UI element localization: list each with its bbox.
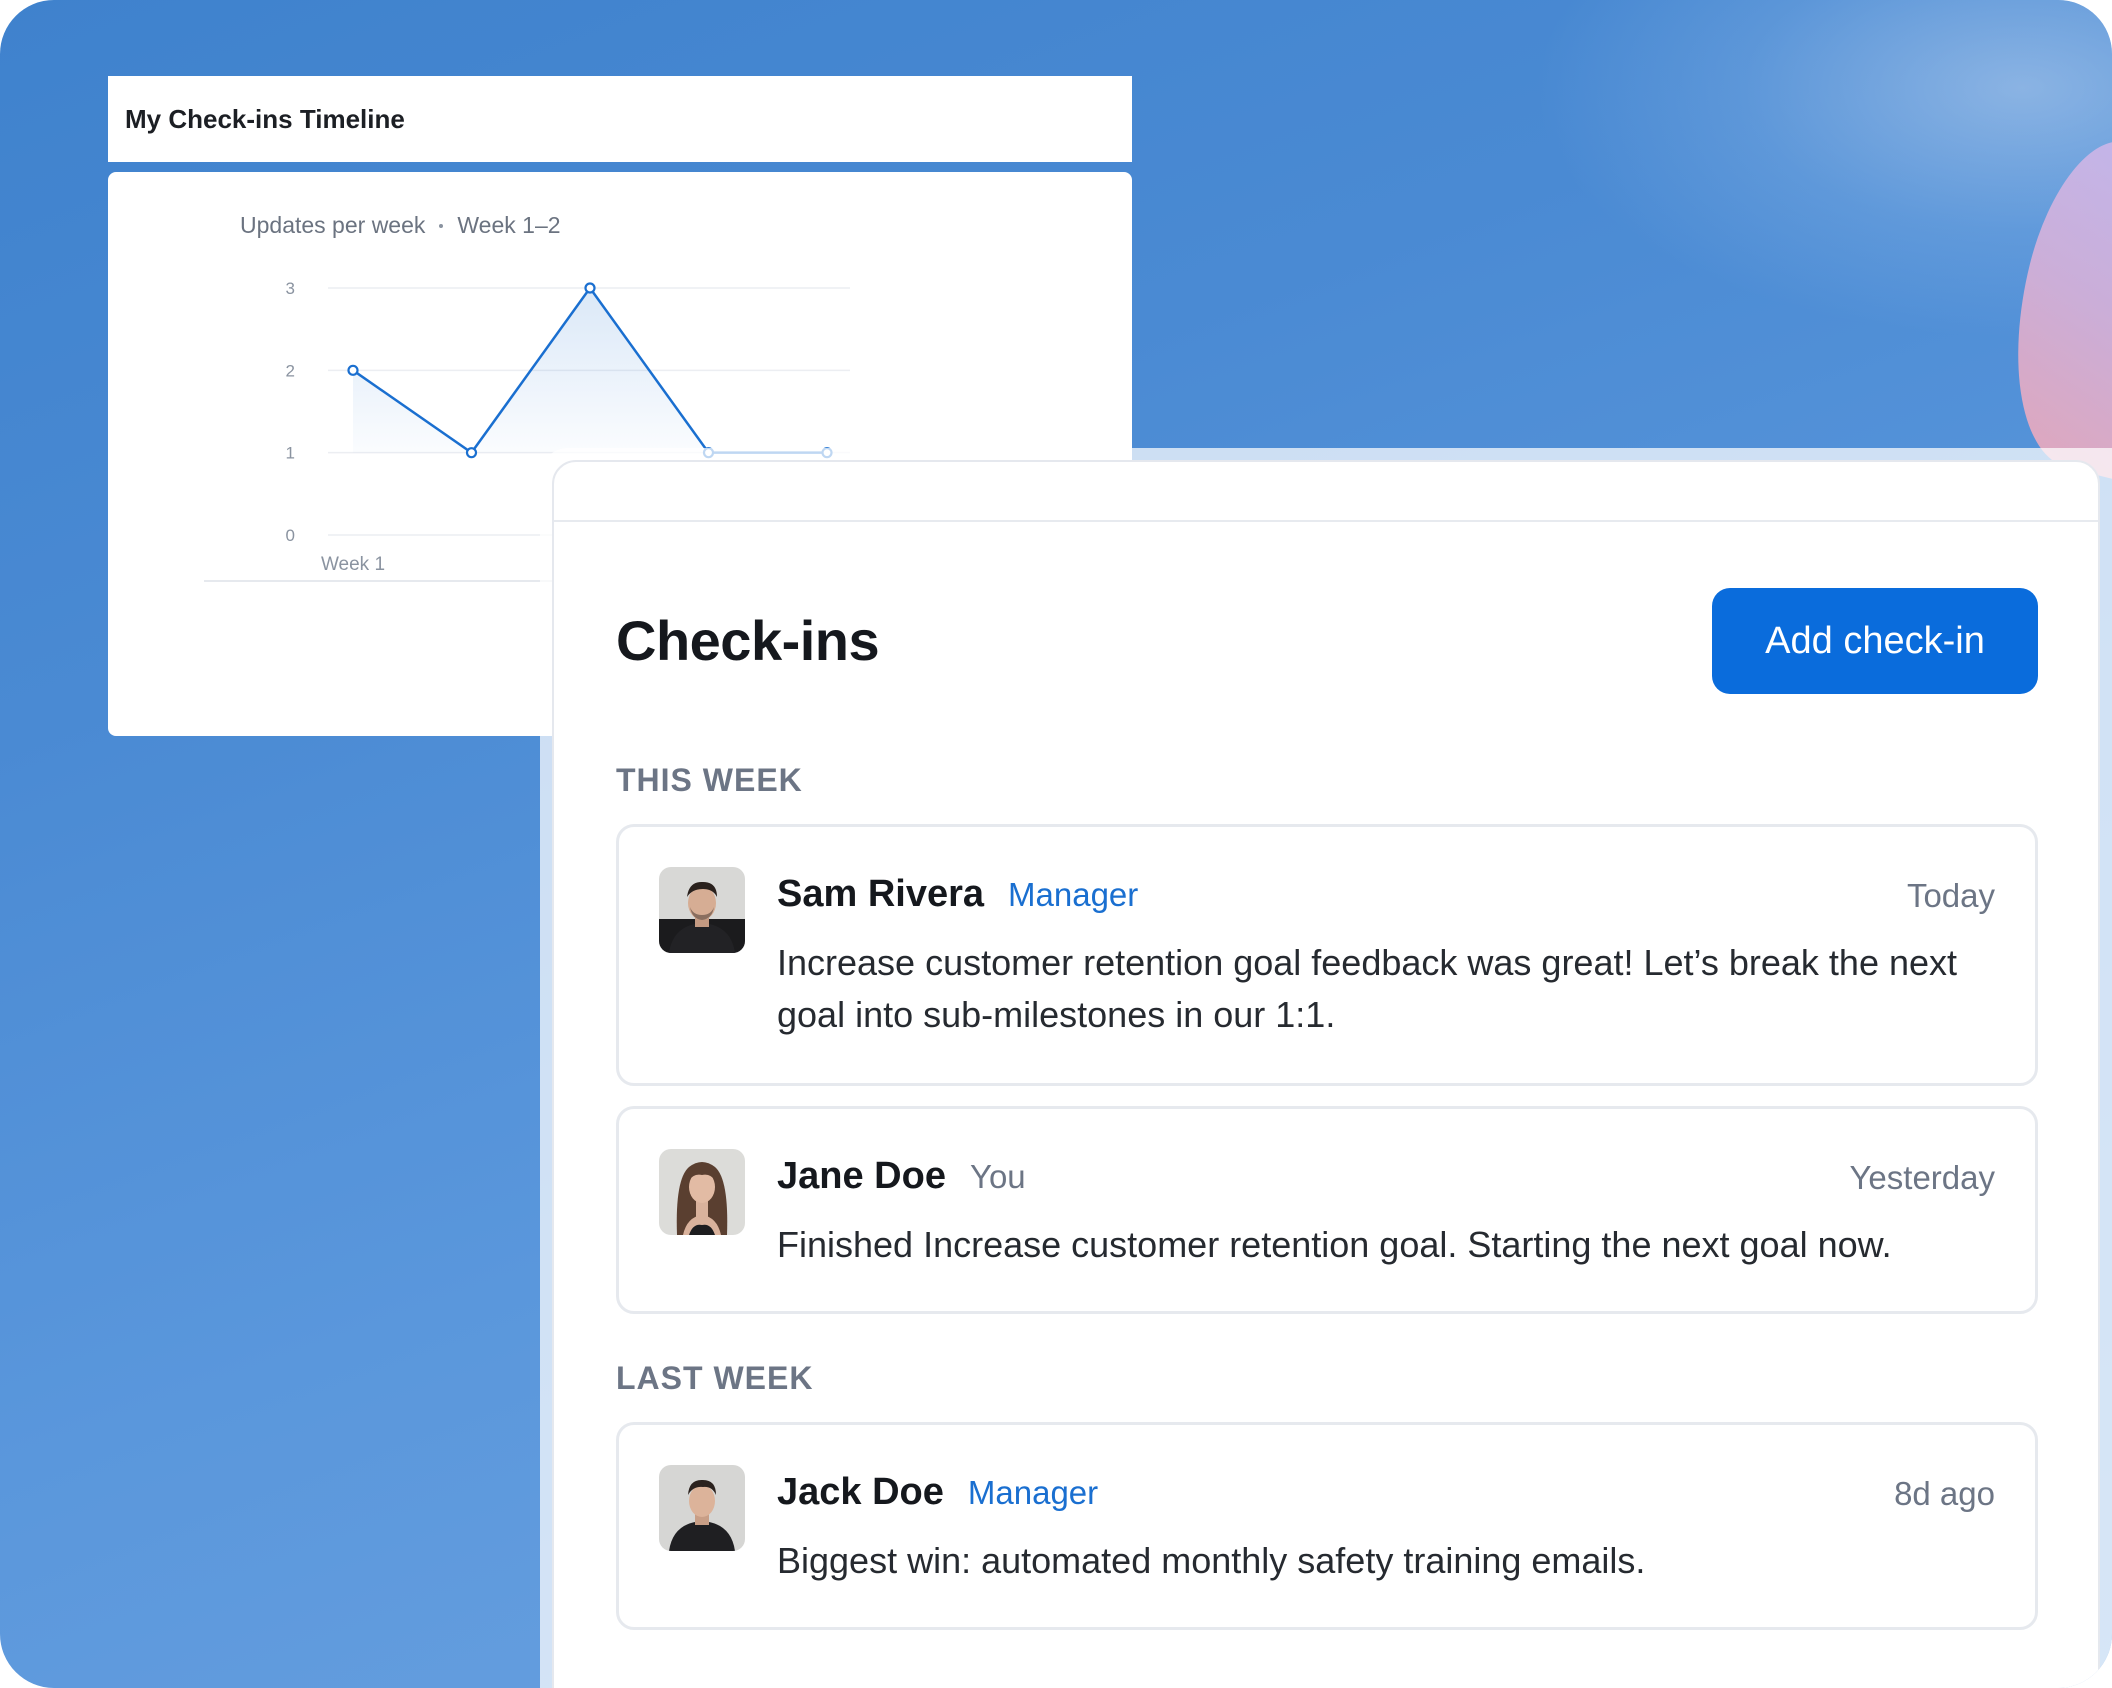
y-tick-label: 0 (286, 526, 295, 545)
app-canvas: My Check-ins Timeline Updates per week W… (0, 0, 2112, 1688)
check-in-text: Finished Increase customer retention goa… (777, 1224, 1892, 1265)
user-avatar-icon (659, 867, 745, 953)
section-label-this-week: THIS WEEK (616, 762, 803, 798)
author-name[interactable]: Sam Rivera (777, 873, 984, 916)
check-in-text: Increase customer retention goal feedbac… (777, 942, 1958, 1035)
chart-data-point[interactable] (584, 282, 596, 294)
avatar (659, 1465, 745, 1551)
timeline-card-header: My Check-ins Timeline (108, 76, 1132, 162)
panel-top-divider (554, 520, 2098, 522)
y-tick-label: 3 (286, 279, 295, 298)
y-tick-label: 2 (286, 361, 295, 380)
check-in-card[interactable]: Sam Rivera Manager Today Increase custom… (616, 824, 2038, 1086)
check-in-time: 8d ago (1894, 1475, 1995, 1512)
add-check-in-button[interactable]: Add check-in (1712, 588, 2038, 694)
page-title: Check-ins (616, 609, 880, 672)
check-in-time: Today (1906, 877, 1995, 914)
author-role: You (969, 1158, 1026, 1195)
user-avatar-icon (659, 1149, 745, 1235)
avatar (659, 1149, 745, 1235)
chart-data-point[interactable] (465, 447, 478, 459)
chart-divider (204, 580, 564, 582)
author-name[interactable]: Jane Doe (777, 1155, 946, 1198)
check-in-card[interactable]: Jane Doe You Yesterday Finished Increase… (616, 1106, 2038, 1314)
author-role: Manager (967, 1474, 1099, 1511)
check-in-time: Yesterday (1849, 1159, 1995, 1196)
author-name[interactable]: Jack Doe (777, 1471, 944, 1514)
check-in-text: Biggest win: automated monthly safety tr… (777, 1540, 1646, 1581)
chart-data-point[interactable] (347, 364, 359, 376)
check-in-header: Jane Doe You (777, 1155, 1026, 1198)
check-in-card[interactable]: Jack Doe Manager 8d ago Biggest win: aut… (616, 1422, 2038, 1630)
author-role: Manager (1008, 876, 1139, 913)
check-in-header: Jack Doe Manager (777, 1471, 1098, 1514)
check-in-header: Sam Rivera Manager (777, 873, 1138, 916)
x-tick-label: Week 1 (321, 554, 385, 575)
user-avatar-icon (659, 1465, 745, 1551)
timeline-title: My Check-ins Timeline (125, 103, 405, 134)
section-label-last-week: LAST WEEK (616, 1360, 814, 1396)
checkins-panel: Check-ins Add check-in THIS WEEK Sam Riv… (552, 460, 2100, 1688)
y-tick-label: 1 (286, 444, 295, 463)
avatar (659, 867, 745, 953)
